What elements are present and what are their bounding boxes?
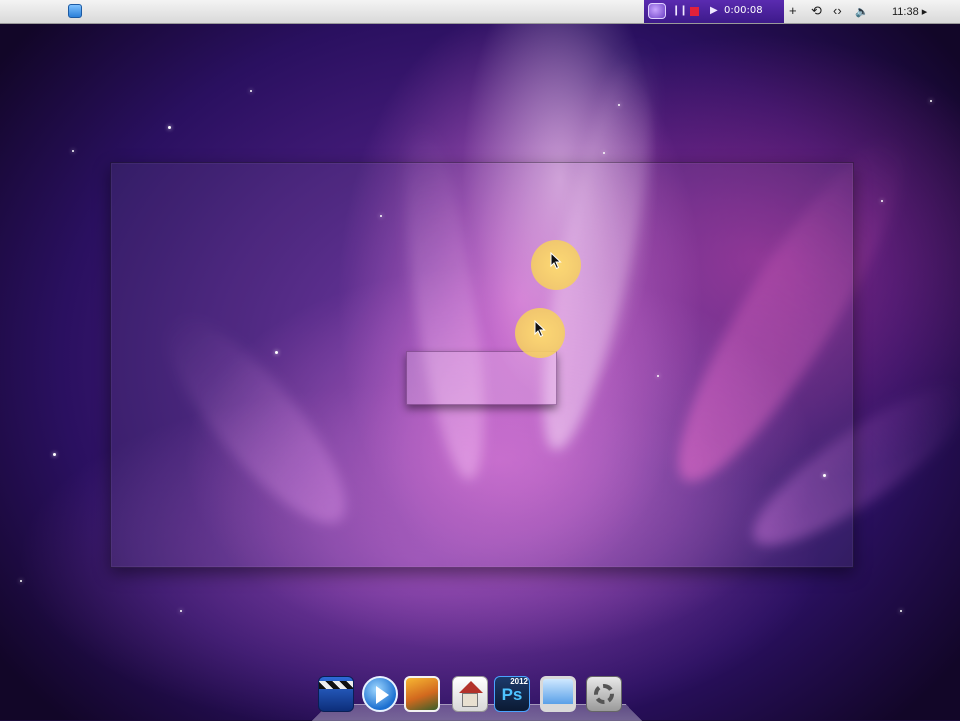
star bbox=[618, 104, 620, 106]
volume-icon[interactable]: 🔈 bbox=[855, 5, 869, 18]
stop-icon[interactable] bbox=[690, 7, 699, 16]
menu-bar: ❙❙ ▶ 0:00:08 + ⟲ ‹› 🔈 11:38 ▸ bbox=[0, 0, 960, 24]
recording-timer: 0:00:08 bbox=[724, 5, 763, 16]
star bbox=[20, 580, 22, 582]
small-translucent-window[interactable] bbox=[406, 351, 557, 405]
star bbox=[250, 90, 252, 92]
media-play-icon[interactable] bbox=[362, 676, 398, 712]
photoshop-icon[interactable]: Ps 2012 bbox=[494, 676, 530, 712]
mouse-pointer-icon bbox=[550, 252, 562, 270]
navigate-icon[interactable]: ‹› bbox=[833, 3, 842, 18]
photo-icon[interactable] bbox=[404, 676, 440, 712]
clapperboard-icon[interactable] bbox=[318, 676, 354, 712]
star bbox=[930, 100, 932, 102]
monitor-icon[interactable] bbox=[540, 676, 576, 712]
mouse-pointer-icon bbox=[534, 320, 546, 338]
star bbox=[900, 610, 902, 612]
dock: Ps 2012 bbox=[318, 676, 636, 720]
pause-icon[interactable]: ❙❙ bbox=[672, 5, 688, 16]
app-icon[interactable] bbox=[68, 4, 82, 18]
cursor-highlight bbox=[515, 308, 565, 358]
star bbox=[881, 200, 883, 202]
photoshop-version-badge: 2012 bbox=[510, 677, 528, 686]
photoshop-label: Ps bbox=[501, 685, 523, 704]
menu-clock[interactable]: 11:38 ▸ bbox=[892, 5, 927, 18]
star bbox=[168, 126, 171, 129]
star bbox=[180, 610, 182, 612]
cursor-highlight bbox=[531, 240, 581, 290]
recorder-logo-icon[interactable] bbox=[648, 3, 666, 19]
play-icon[interactable]: ▶ bbox=[710, 5, 718, 16]
star bbox=[53, 453, 56, 456]
time-machine-icon[interactable]: ⟲ bbox=[811, 3, 822, 19]
home-icon[interactable] bbox=[452, 676, 488, 712]
star bbox=[603, 152, 605, 154]
screen-recorder-controls: ❙❙ ▶ 0:00:08 bbox=[644, 0, 784, 23]
add-icon[interactable]: + bbox=[789, 3, 797, 18]
star bbox=[72, 150, 74, 152]
settings-icon[interactable] bbox=[586, 676, 622, 712]
